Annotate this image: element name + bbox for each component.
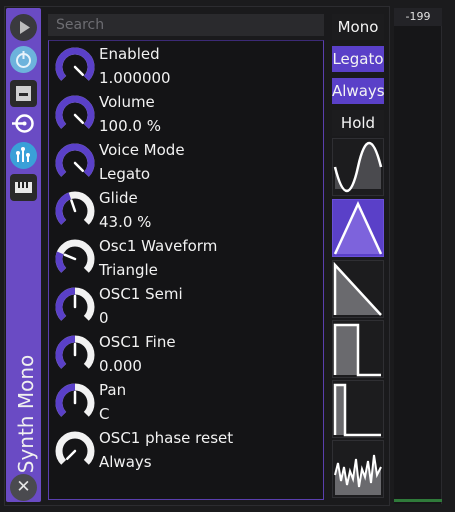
param-name: Osc1 Waveform <box>99 237 218 255</box>
param-value: 0.000 <box>99 357 142 375</box>
search-input[interactable]: Search <box>48 14 324 36</box>
automation-icon[interactable] <box>10 142 37 169</box>
noise-icon <box>333 441 383 497</box>
plugin-title: Synth Mono <box>14 354 38 474</box>
param-row: Osc1 Waveform Triangle <box>53 235 321 283</box>
knob[interactable] <box>55 47 95 87</box>
knob[interactable] <box>55 239 95 279</box>
param-name: Glide <box>99 189 138 207</box>
param-row: Pan C <box>53 379 321 427</box>
square-icon <box>333 321 383 377</box>
knob[interactable] <box>55 95 95 135</box>
param-value: Legato <box>99 165 151 183</box>
mode-button-hold[interactable]: Hold <box>332 110 384 136</box>
knob[interactable] <box>55 335 95 375</box>
triangle-icon <box>333 200 383 256</box>
waveform-pulse-button[interactable] <box>332 380 384 438</box>
knob[interactable] <box>55 287 95 327</box>
param-value: 0 <box>99 309 109 327</box>
param-name: Volume <box>99 93 155 111</box>
param-name: OSC1 phase reset <box>99 429 234 447</box>
knob[interactable] <box>55 143 95 183</box>
routing-icon[interactable] <box>10 110 37 137</box>
level-meter: -199 <box>394 8 442 504</box>
save-icon[interactable] <box>10 80 37 107</box>
saw-icon <box>333 261 383 317</box>
waveform-square-button[interactable] <box>332 320 384 378</box>
plugin-sidebar: Synth Mono ✕ <box>6 8 41 502</box>
keyboard-icon[interactable] <box>10 174 37 201</box>
param-name: Voice Mode <box>99 141 185 159</box>
waveform-sine-button[interactable] <box>332 138 384 196</box>
mode-button-legato[interactable]: Legato <box>332 46 384 72</box>
close-icon[interactable]: ✕ <box>10 474 37 501</box>
param-value: Always <box>99 453 152 471</box>
param-row: OSC1 Fine 0.000 <box>53 331 321 379</box>
waveform-saw-button[interactable] <box>332 260 384 318</box>
param-value: C <box>99 405 110 423</box>
param-name: Pan <box>99 381 127 399</box>
param-value: Triangle <box>99 261 158 279</box>
knob[interactable] <box>55 431 95 471</box>
param-value: 43.0 % <box>99 213 152 231</box>
param-name: Enabled <box>99 45 160 63</box>
play-icon[interactable] <box>10 14 37 41</box>
meter-readout: -199 <box>394 8 442 26</box>
mode-button-mono[interactable]: Mono <box>332 14 384 40</box>
param-row: OSC1 Semi 0 <box>53 283 321 331</box>
mode-button-always[interactable]: Always <box>332 78 385 104</box>
param-value: 100.0 % <box>99 117 161 135</box>
waveform-noise-button[interactable] <box>332 440 384 498</box>
parameter-list: Enabled 1.000000 Volume 100.0 % Voice Mode… <box>48 40 324 500</box>
knob[interactable] <box>55 191 95 231</box>
param-row: OSC1 phase reset Always <box>53 427 321 475</box>
meter-bar <box>394 499 442 502</box>
param-row: Voice Mode Legato <box>53 139 321 187</box>
param-name: OSC1 Fine <box>99 333 176 351</box>
param-row: Glide 43.0 % <box>53 187 321 235</box>
param-value: 1.000000 <box>99 69 171 87</box>
sine-icon <box>333 139 383 195</box>
knob[interactable] <box>55 383 95 423</box>
power-icon[interactable] <box>10 46 37 73</box>
param-row: Enabled 1.000000 <box>53 43 321 91</box>
param-row: Volume 100.0 % <box>53 91 321 139</box>
pulse-icon <box>333 381 383 437</box>
waveform-triangle-button[interactable] <box>332 199 384 257</box>
param-name: OSC1 Semi <box>99 285 183 303</box>
